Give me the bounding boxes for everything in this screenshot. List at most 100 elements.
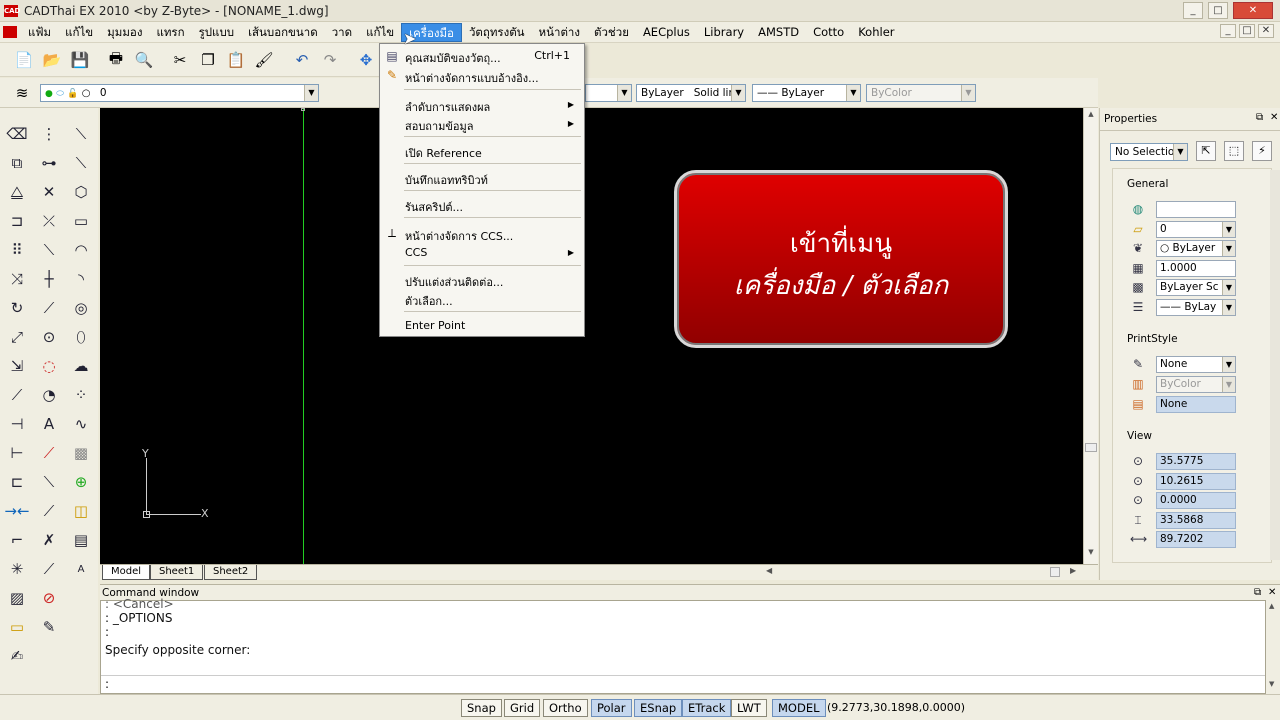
prop-lineweight-field[interactable]: —— ByLay ▼ <box>1156 299 1236 316</box>
vertical-scrollbar[interactable]: ▲ ▼ <box>1083 108 1098 564</box>
doc-minimize-button[interactable]: _ <box>1220 24 1236 38</box>
print-preview-icon[interactable]: 🔍 <box>132 48 156 72</box>
chevron-down-icon[interactable]: ▼ <box>304 85 318 101</box>
lineweight-combo[interactable]: —— ByLayer ▼ <box>752 84 861 102</box>
extend-icon[interactable]: ⊢ <box>4 440 30 466</box>
tab-model[interactable]: Model <box>102 565 151 580</box>
chevron-down-icon[interactable]: ▼ <box>1222 357 1235 372</box>
hscroll-thumb[interactable] <box>1050 567 1060 577</box>
prop-layer-field[interactable]: 0 ▼ <box>1156 221 1236 238</box>
circle-icon[interactable]: ◎ <box>68 295 94 321</box>
trim-icon[interactable]: ⊣ <box>4 411 30 437</box>
chevron-down-icon[interactable]: ▼ <box>1222 241 1235 256</box>
paste-icon[interactable]: 📋 <box>224 48 248 72</box>
prop-plotstyle-field[interactable]: ByLayer Sc ▼ <box>1156 279 1236 296</box>
cut-icon[interactable]: ✂ <box>168 48 192 72</box>
menu-help[interactable]: ตัวช่วย <box>587 23 636 42</box>
text-icon[interactable]: A <box>36 411 62 437</box>
arc-2-icon[interactable]: ◝ <box>68 266 94 292</box>
single-text-icon[interactable]: A <box>68 556 94 582</box>
menu-format[interactable]: รูปแบบ <box>192 23 242 42</box>
menu-window[interactable]: หน้าต่าง <box>532 23 587 42</box>
mtext-icon[interactable]: ▤ <box>68 527 94 553</box>
properties-scrollbar[interactable] <box>1270 170 1280 560</box>
line-icon[interactable]: ⟍ <box>68 121 94 147</box>
quick-select-icon[interactable]: ⚡ <box>1252 141 1272 161</box>
trace-icon[interactable]: ⟋ <box>36 556 62 582</box>
tab-sheet2[interactable]: Sheet2 <box>204 565 258 580</box>
polar-toggle[interactable]: Polar <box>591 699 632 717</box>
prop-linetype-field[interactable]: ○ ByLayer ▼ <box>1156 240 1236 257</box>
polyline-icon[interactable]: ⤫ <box>36 208 62 234</box>
cancel-draw-icon[interactable]: ✗ <box>36 527 62 553</box>
polygon-icon[interactable]: ⬡ <box>68 179 94 205</box>
tolerance-icon[interactable]: ⟋ <box>36 498 62 524</box>
tab-sheet1[interactable]: Sheet1 <box>150 565 204 580</box>
toggle-pickadd-icon[interactable]: ⇱ <box>1196 141 1216 161</box>
menu-cotto[interactable]: Cotto <box>806 23 851 42</box>
prop-ltscale-field[interactable]: 1.0000 <box>1156 260 1236 277</box>
open-file-icon[interactable]: 📂 <box>40 48 64 72</box>
chevron-down-icon[interactable]: ▼ <box>1222 280 1235 295</box>
menu-item-attribute-extract[interactable]: บันทึกแอททริบิวท์ <box>405 171 488 189</box>
xline-icon[interactable]: ⊶ <box>36 150 62 176</box>
chevron-down-icon[interactable]: ▼ <box>846 85 860 101</box>
menu-item-xref-manager[interactable]: หน้าต่างจัดการแบบอ้างอิง... <box>405 69 539 87</box>
chevron-down-icon[interactable]: ▼ <box>731 85 745 101</box>
circle-center-icon[interactable]: ⊙ <box>36 324 62 350</box>
chevron-down-icon[interactable]: ▼ <box>1222 377 1235 392</box>
scale-icon[interactable]: ⤢ <box>4 324 30 350</box>
line-segment-icon[interactable]: ⟋ <box>36 295 62 321</box>
construction-line-icon[interactable]: ┼ <box>36 266 62 292</box>
layer-combo[interactable]: ● ⬭ 🔓 ○ 0 ▼ <box>40 84 319 102</box>
menu-solids[interactable]: วัตถุทรงตัน <box>462 23 532 42</box>
hscroll-right-icon[interactable]: ▶ <box>1070 566 1076 575</box>
hand-edit-icon[interactable]: ✎ <box>36 614 62 640</box>
menu-amstd[interactable]: AMSTD <box>751 23 806 42</box>
grid-toggle[interactable]: Grid <box>504 699 541 717</box>
doc-restore-button[interactable]: □ <box>1239 24 1255 38</box>
move-icon[interactable]: ⤨ <box>4 266 30 292</box>
scroll-up-icon[interactable]: ▲ <box>1085 110 1097 120</box>
mirror-icon[interactable]: ⧋ <box>4 179 30 205</box>
menu-item-draw-order[interactable]: ลำดับการแสดงผล <box>405 98 490 116</box>
spline-icon[interactable]: ⟍ <box>36 237 62 263</box>
spline-curve-icon[interactable]: ∿ <box>68 411 94 437</box>
lwt-toggle[interactable]: LWT <box>731 699 767 717</box>
prop-color-field[interactable] <box>1156 201 1236 218</box>
undo-icon[interactable]: ↶ <box>290 48 314 72</box>
new-file-icon[interactable]: 📄 <box>12 48 36 72</box>
model-toggle[interactable]: MODEL <box>772 699 826 717</box>
menu-item-ccs-manager[interactable]: หน้าต่างจัดการ CCS... <box>405 227 513 245</box>
menu-draw[interactable]: วาด <box>325 23 359 42</box>
doc-close-button[interactable]: ✕ <box>1258 24 1274 38</box>
chevron-down-icon[interactable]: ▼ <box>617 85 631 101</box>
close-button[interactable]: ✕ <box>1233 2 1273 19</box>
menu-modify[interactable]: แก้ไข <box>359 23 401 42</box>
prop-width-field[interactable]: 89.7202 <box>1156 531 1236 548</box>
lengthen-icon[interactable]: ⟋ <box>4 382 30 408</box>
explode-icon[interactable]: ✳ <box>4 556 30 582</box>
stretch-icon[interactable]: ⇲ <box>4 353 30 379</box>
ray-icon[interactable]: ⋮ <box>36 121 62 147</box>
command-scrollbar[interactable]: ▲ ▼ <box>1266 600 1280 694</box>
arc-3p-icon[interactable]: ◠ <box>68 237 94 263</box>
menu-file[interactable]: แฟ้ม <box>21 23 58 42</box>
menu-item-run-script[interactable]: รันสคริปต์... <box>405 198 463 216</box>
prop-printstyle-field[interactable]: None ▼ <box>1156 356 1236 373</box>
prop-plotattached-field[interactable]: None <box>1156 396 1236 413</box>
menu-item-enter-point[interactable]: Enter Point <box>405 319 465 332</box>
offset-icon[interactable]: ⊐ <box>4 208 30 234</box>
prop-plottable-field[interactable]: ByColor ▼ <box>1156 376 1236 393</box>
cmd-scroll-down-icon[interactable]: ▼ <box>1269 680 1274 688</box>
eraser-icon[interactable]: ⌫ <box>4 121 30 147</box>
selection-combo[interactable]: No Selection ▼ <box>1110 143 1188 161</box>
scroll-down-icon[interactable]: ▼ <box>1085 548 1097 558</box>
menu-aecplus[interactable]: AECplus <box>636 23 697 42</box>
hatch-edit-icon[interactable]: ▨ <box>4 585 30 611</box>
prop-center-z-field[interactable]: 0.0000 <box>1156 492 1236 509</box>
hatch-icon[interactable]: ▩ <box>68 440 94 466</box>
layer-manager-icon[interactable]: ≋ <box>10 81 34 105</box>
chevron-down-icon[interactable]: ▼ <box>1222 300 1235 315</box>
redo-icon[interactable]: ↷ <box>318 48 342 72</box>
